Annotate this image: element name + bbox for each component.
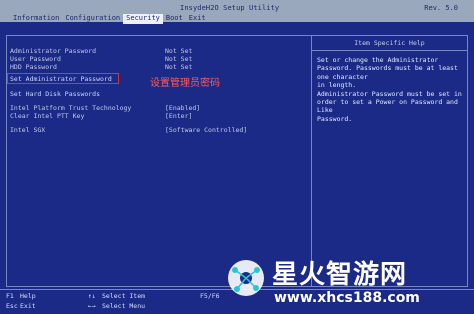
revision-label: Rev. 5.0 — [424, 4, 458, 12]
up-down-arrows-icon: ↑↓ — [88, 292, 96, 300]
help-panel: Item Specific Help Set or change the Adm… — [311, 35, 468, 287]
annotation-label: 设置管理员密码 — [150, 78, 220, 89]
help-line: Administrator Password must be set in — [317, 89, 462, 98]
tab-information[interactable]: Information — [10, 14, 62, 24]
help-line: Set or change the Administrator — [317, 56, 439, 64]
clear-ptt-label: Clear Intel PTT Key — [10, 112, 85, 120]
user-password-value: Not Set — [165, 55, 193, 63]
admin-password-status: Administrator Password Not Set — [10, 47, 192, 55]
bios-screen: InsydeH2O Setup Utility Rev. 5.0 Informa… — [0, 0, 474, 314]
select-item-label: Select Item — [102, 292, 146, 300]
watermark-logo-icon — [228, 260, 264, 296]
intel-sgx-item[interactable]: Intel SGX [Software Controlled] — [10, 126, 247, 134]
f1-key: F1 — [6, 292, 14, 300]
tab-configuration[interactable]: Configuration — [62, 14, 123, 24]
watermark-url: www.xhcs188.com — [274, 290, 420, 306]
intel-ptt-item[interactable]: Intel Platform Trust Technology [Enabled… — [10, 104, 200, 112]
help-heading: Item Specific Help — [312, 36, 467, 51]
admin-password-label: Administrator Password — [10, 47, 97, 55]
select-menu-label: Select Menu — [102, 302, 146, 310]
f5f6-key: F5/F6 — [200, 292, 220, 300]
tab-boot[interactable]: Boot — [163, 14, 186, 24]
hdd-password-label: HDD Password — [10, 63, 57, 71]
left-right-arrows-icon: ←→ — [88, 302, 96, 310]
help-key-label: Help — [20, 292, 36, 300]
help-line: Password. — [317, 114, 353, 123]
admin-password-value: Not Set — [165, 47, 193, 55]
menu-tabs: Information Configuration Security Boot … — [10, 14, 209, 24]
app-title: InsydeH2O Setup Utility — [180, 4, 280, 12]
intel-ptt-value[interactable]: [Enabled] — [165, 104, 200, 112]
tab-security[interactable]: Security — [123, 14, 163, 24]
esc-key: Esc — [6, 302, 18, 310]
hdd-password-value: Not Set — [165, 63, 193, 71]
help-line: Password. Passwords must be at least one… — [317, 64, 458, 81]
watermark-title: 星火智游网 — [272, 260, 408, 290]
intel-sgx-value[interactable]: [Software Controlled] — [165, 126, 247, 134]
set-hdd-passwords-item[interactable]: Set Hard Disk Passwords — [10, 90, 100, 98]
clear-ptt-value[interactable]: [Enter] — [165, 112, 192, 120]
intel-ptt-label: Intel Platform Trust Technology — [10, 104, 132, 112]
exit-key-label: Exit — [20, 302, 36, 310]
clear-ptt-item[interactable]: Clear Intel PTT Key [Enter] — [10, 112, 192, 120]
user-password-label: User Password — [10, 55, 61, 63]
intel-sgx-label: Intel SGX — [10, 126, 46, 134]
highlight-box — [7, 73, 119, 84]
user-password-status: User Password Not Set — [10, 55, 192, 63]
hdd-password-status: HDD Password Not Set — [10, 63, 192, 71]
help-text: Set or change the Administrator Password… — [317, 56, 467, 123]
help-line: in length. — [317, 81, 357, 90]
help-line: order to set a Power on Password and Lik… — [317, 98, 458, 115]
tab-exit[interactable]: Exit — [186, 14, 209, 24]
